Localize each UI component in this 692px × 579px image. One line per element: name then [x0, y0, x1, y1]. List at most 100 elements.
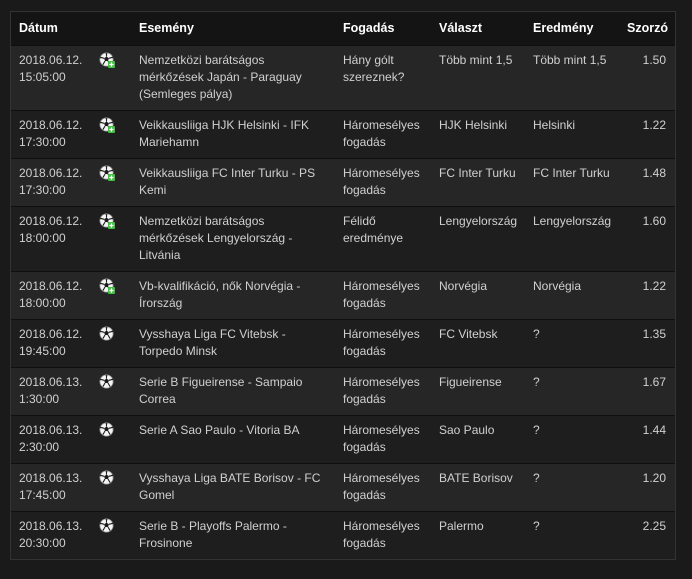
bet-choice: Norvégia: [439, 278, 488, 293]
event-name[interactable]: Vysshaya Liga BATE Borisov - FC Gomel: [131, 463, 335, 511]
event-name[interactable]: Serie B Figueirense - Sampaio Correa: [131, 367, 335, 415]
bet-choice: BATE Borisov: [439, 470, 513, 485]
bet-result: ?: [533, 422, 540, 437]
event-name[interactable]: Nemzetközi barátságos mérkőzések Japán -…: [131, 45, 335, 110]
icon-cell: [99, 45, 131, 110]
table-row[interactable]: 2018.06.12. 17:30:00 Veikkausliiga HJK H…: [11, 110, 675, 158]
bets-table-container: Dátum Esemény Fogadás Választ Eredmény S…: [10, 11, 676, 560]
date-cell: 2018.06.12. 18:00:00: [11, 271, 99, 319]
soccer-ball-plus-icon[interactable]: [99, 213, 115, 229]
event-name[interactable]: Veikkausliiga FC Inter Turku - PS Kemi: [131, 158, 335, 206]
bet-result: FC Inter Turku: [533, 165, 610, 180]
bet-odds: 1.20: [642, 470, 666, 485]
icon-cell: [99, 319, 131, 367]
bet-time: 18:00:00: [19, 295, 66, 310]
bet-time: 17:45:00: [19, 487, 66, 502]
table-row[interactable]: 2018.06.13. 20:30:00 Serie B - Playoffs …: [11, 511, 675, 559]
soccer-ball-icon[interactable]: [99, 470, 115, 486]
icon-cell: [99, 511, 131, 559]
bet-type: Háromesélyes fogadás: [343, 278, 420, 310]
bet-result: ?: [533, 326, 540, 341]
bet-choice: Palermo: [439, 518, 484, 533]
column-header-result[interactable]: Eredmény: [525, 12, 619, 45]
bet-result: Norvégia: [533, 278, 582, 293]
table-row[interactable]: 2018.06.12. 18:00:00 Nemzetközi barátság…: [11, 206, 675, 271]
bet-time: 17:30:00: [19, 182, 66, 197]
bet-type: Háromesélyes fogadás: [343, 326, 420, 358]
icon-cell: [99, 158, 131, 206]
bet-result: Lengyelország: [533, 213, 612, 228]
icon-cell: [99, 110, 131, 158]
soccer-ball-icon[interactable]: [99, 518, 115, 534]
bet-odds: 1.67: [642, 374, 666, 389]
bet-date: 2018.06.13.: [19, 470, 83, 485]
bet-odds: 1.50: [642, 52, 666, 67]
bet-odds: 1.44: [642, 422, 666, 437]
icon-cell: [99, 367, 131, 415]
column-header-date[interactable]: Dátum: [11, 12, 99, 45]
bet-choice: Lengyelország: [439, 213, 518, 228]
date-cell: 2018.06.12. 18:00:00: [11, 206, 99, 271]
table-row[interactable]: 2018.06.12. 17:30:00 Veikkausliiga FC In…: [11, 158, 675, 206]
date-cell: 2018.06.13. 2:30:00: [11, 415, 99, 463]
bet-choice: FC Inter Turku: [439, 165, 516, 180]
bet-date: 2018.06.12.: [19, 326, 83, 341]
soccer-ball-icon[interactable]: [99, 422, 115, 438]
bet-type: Félidő eredménye: [343, 213, 404, 245]
bets-table: Dátum Esemény Fogadás Választ Eredmény S…: [11, 12, 675, 559]
bet-result: ?: [533, 470, 540, 485]
bet-choice: Több mint 1,5: [439, 52, 513, 67]
bet-date: 2018.06.12.: [19, 213, 83, 228]
soccer-ball-plus-icon[interactable]: [99, 52, 115, 68]
date-cell: 2018.06.12. 17:30:00: [11, 110, 99, 158]
bet-date: 2018.06.13.: [19, 374, 83, 389]
date-cell: 2018.06.12. 19:45:00: [11, 319, 99, 367]
event-name[interactable]: Vysshaya Liga FC Vitebsk - Torpedo Minsk: [131, 319, 335, 367]
event-name[interactable]: Serie B - Playoffs Palermo - Frosinone: [131, 511, 335, 559]
table-row[interactable]: 2018.06.13. 2:30:00 Serie A Sao Paulo - …: [11, 415, 675, 463]
bet-date: 2018.06.13.: [19, 518, 83, 533]
bet-choice: Sao Paulo: [439, 422, 495, 437]
date-cell: 2018.06.12. 15:05:00: [11, 45, 99, 110]
bet-time: 20:30:00: [19, 535, 66, 550]
event-name[interactable]: Serie A Sao Paulo - Vitoria BA: [131, 415, 335, 463]
bet-date: 2018.06.12.: [19, 165, 83, 180]
event-name[interactable]: Vb-kvalifikáció, nők Norvégia - Írország: [131, 271, 335, 319]
bet-result: Több mint 1,5: [533, 52, 607, 67]
column-header-event[interactable]: Esemény: [131, 12, 335, 45]
soccer-ball-plus-icon[interactable]: [99, 278, 115, 294]
bet-odds: 1.48: [642, 165, 666, 180]
bet-result: ?: [533, 374, 540, 389]
soccer-ball-plus-icon[interactable]: [99, 165, 115, 181]
bet-type: Hány gólt szereznek?: [343, 52, 405, 84]
date-cell: 2018.06.13. 1:30:00: [11, 367, 99, 415]
table-row[interactable]: 2018.06.12. 18:00:00 Vb-kvalifikáció, nő…: [11, 271, 675, 319]
table-row[interactable]: 2018.06.12. 19:45:00 Vysshaya Liga FC Vi…: [11, 319, 675, 367]
soccer-ball-icon[interactable]: [99, 326, 115, 342]
date-cell: 2018.06.13. 17:45:00: [11, 463, 99, 511]
column-header-icon: [99, 12, 131, 45]
bet-time: 1:30:00: [19, 391, 60, 406]
soccer-ball-icon[interactable]: [99, 374, 115, 390]
event-name[interactable]: Nemzetközi barátságos mérkőzések Lengyel…: [131, 206, 335, 271]
column-header-odds[interactable]: Szorzó: [619, 12, 675, 45]
table-row[interactable]: 2018.06.13. 1:30:00 Serie B Figueirense …: [11, 367, 675, 415]
table-row[interactable]: 2018.06.13. 17:45:00 Vysshaya Liga BATE …: [11, 463, 675, 511]
column-header-choice[interactable]: Választ: [431, 12, 525, 45]
bet-type: Háromesélyes fogadás: [343, 117, 420, 149]
date-cell: 2018.06.12. 17:30:00: [11, 158, 99, 206]
bet-type: Háromesélyes fogadás: [343, 165, 420, 197]
bet-time: 2:30:00: [19, 439, 60, 454]
table-row[interactable]: 2018.06.12. 15:05:00 Nemzetközi barátság…: [11, 45, 675, 110]
table-body: 2018.06.12. 15:05:00 Nemzetközi barátság…: [11, 45, 675, 559]
bet-choice: FC Vitebsk: [439, 326, 498, 341]
soccer-ball-plus-icon[interactable]: [99, 117, 115, 133]
bet-time: 17:30:00: [19, 134, 66, 149]
table-header: Dátum Esemény Fogadás Választ Eredmény S…: [11, 12, 675, 45]
bet-type: Háromesélyes fogadás: [343, 374, 420, 406]
column-header-bet[interactable]: Fogadás: [335, 12, 431, 45]
date-cell: 2018.06.13. 20:30:00: [11, 511, 99, 559]
event-name[interactable]: Veikkausliiga HJK Helsinki - IFK Marieha…: [131, 110, 335, 158]
bet-type: Háromesélyes fogadás: [343, 518, 420, 550]
bet-choice: Figueirense: [439, 374, 502, 389]
